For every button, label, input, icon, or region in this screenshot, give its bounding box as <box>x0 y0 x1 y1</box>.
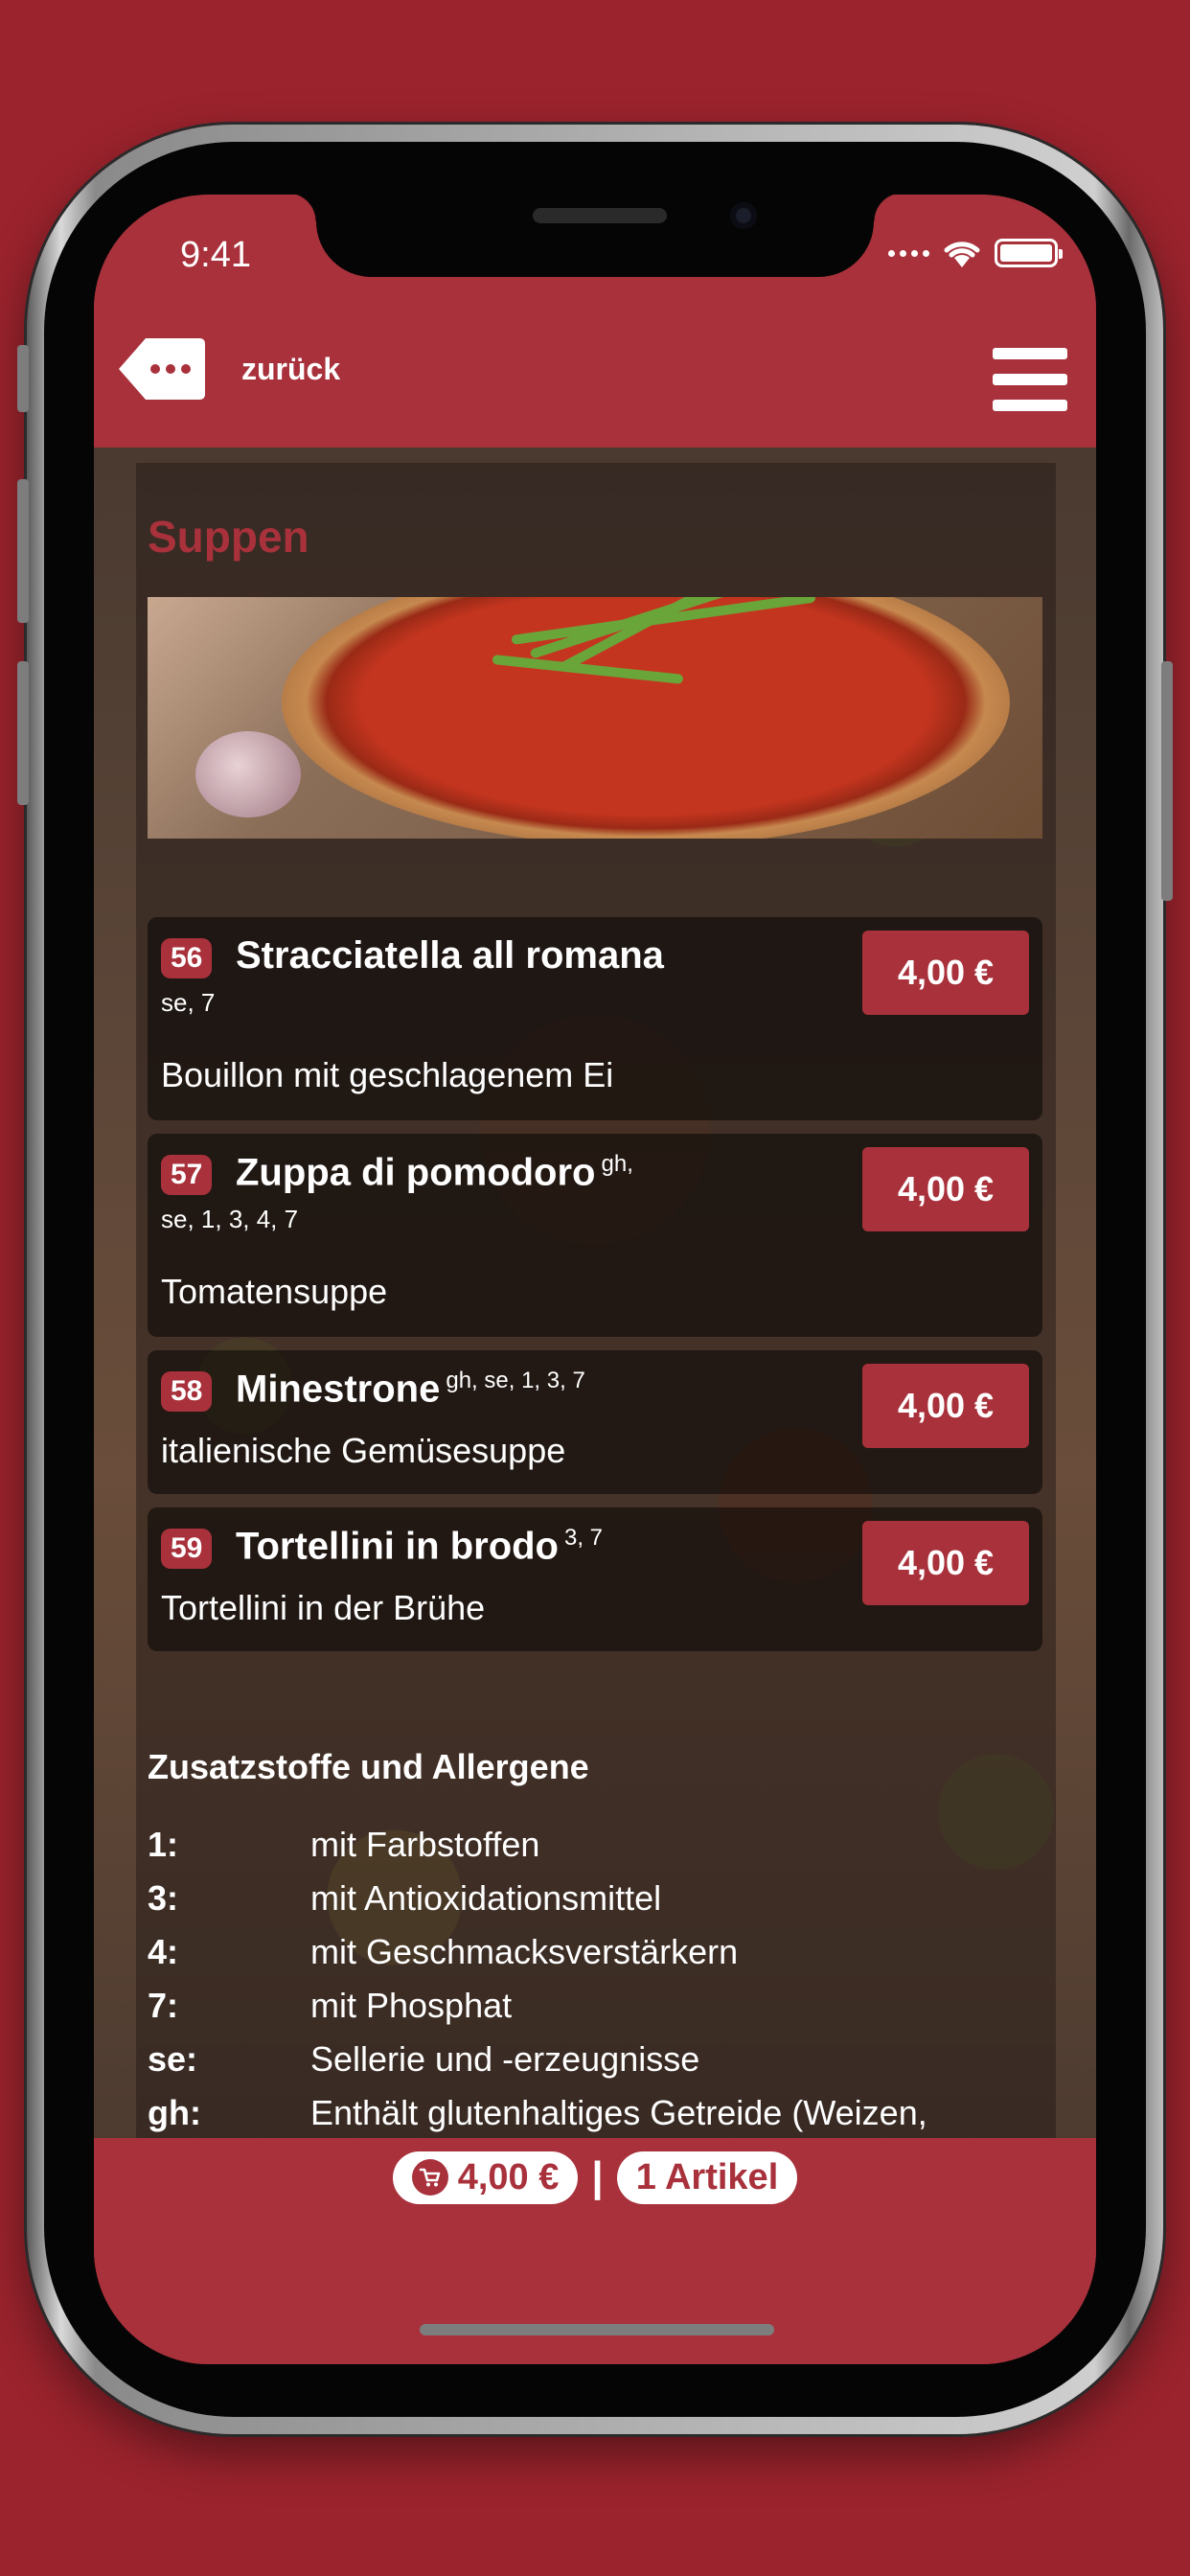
power-button <box>1161 661 1173 901</box>
legend-title: Zusatzstoffe und Allergene <box>148 1747 589 1786</box>
legend-row: 4: mit Geschmacksverstärkern <box>148 1932 739 1971</box>
status-icons <box>888 237 1063 269</box>
speaker-grille <box>533 208 667 223</box>
section-title: Suppen <box>148 512 309 562</box>
item-allergen-superscript: 3, 7 <box>564 1525 604 1551</box>
cart-total-button[interactable]: 4,00 € <box>392 2150 579 2204</box>
volume-down-button <box>17 661 29 805</box>
menu-item[interactable]: 58 Minestrone gh, se, 1, 3, 7 italienisch… <box>148 1350 1042 1494</box>
cellular-signal-icon <box>888 249 929 257</box>
cart-item-count-button[interactable]: 1 Artikel <box>616 2150 798 2204</box>
add-to-cart-price-button[interactable]: 4,00 € <box>862 1147 1029 1231</box>
mute-switch <box>17 345 29 412</box>
home-indicator[interactable] <box>420 2324 774 2335</box>
cart-item-count: 1 Artikel <box>635 2156 779 2197</box>
status-time: 9:41 <box>180 235 251 275</box>
soup-image <box>148 597 1042 839</box>
item-allergens: se, 1, 3, 4, 7 <box>161 1205 299 1233</box>
item-description: Bouillon mit geschlagenem Ei <box>161 1055 614 1094</box>
cart-icon <box>411 2159 448 2196</box>
item-name: Minestrone gh, se, 1, 3, 7 <box>236 1368 585 1411</box>
cart-summary-bar: 4,00 € | 1 Artikel <box>94 2138 1096 2217</box>
notch <box>287 195 903 277</box>
item-name: Tortellini in brodo 3, 7 <box>236 1525 604 1568</box>
allergen-legend: Zusatzstoffe und Allergene 1: mit Farbsto… <box>148 1747 1042 2140</box>
legend-row: 1: mit Farbstoffen <box>148 1825 540 1864</box>
legend-row: 3: mit Antioxidationsmittel <box>148 1878 662 1918</box>
item-allergen-superscript: gh, <box>601 1151 633 1177</box>
garlic-image <box>195 731 301 817</box>
app-header: zurück <box>94 279 1096 448</box>
item-allergen-superscript: gh, se, 1, 3, 7 <box>446 1368 585 1393</box>
battery-icon <box>995 239 1063 267</box>
volume-up-button <box>17 479 29 623</box>
back-button[interactable]: zurück <box>119 338 340 400</box>
app-screen: 9:41 zurück Suppen 56 Stracciatella all … <box>94 195 1096 2364</box>
item-allergens: se, 7 <box>161 988 216 1017</box>
legend-row: gh: Enthält glutenhaltiges Getreide (Weiz… <box>148 2093 927 2132</box>
item-number-badge: 57 <box>161 1155 213 1195</box>
legend-row: 7: mit Phosphat <box>148 1986 513 2025</box>
wifi-icon <box>944 242 980 267</box>
legend-row: se: Sellerie und -erzeugnisse <box>148 2039 700 2079</box>
add-to-cart-price-button[interactable]: 4,00 € <box>862 1521 1029 1605</box>
item-number-badge: 56 <box>161 938 213 978</box>
soup-bowl-image <box>282 597 1010 839</box>
item-description: Tomatensuppe <box>161 1272 388 1311</box>
item-name: Zuppa di pomodoro gh, <box>236 1151 633 1194</box>
hamburger-icon <box>993 348 1067 359</box>
cart-total: 4,00 € <box>457 2156 560 2197</box>
menu-item[interactable]: 56 Stracciatella all romana se, 7 Bouill… <box>148 917 1042 1120</box>
item-description: italienische Gemüsesuppe <box>161 1431 566 1470</box>
item-number-badge: 59 <box>161 1529 213 1569</box>
menu-item[interactable]: 59 Tortellini in brodo 3, 7 Tortellini in… <box>148 1507 1042 1651</box>
add-to-cart-price-button[interactable]: 4,00 € <box>862 931 1029 1015</box>
back-label: zurück <box>241 351 341 386</box>
more-dots-tag-icon <box>119 338 205 400</box>
item-description: Tortellini in der Brühe <box>161 1588 486 1627</box>
item-name: Stracciatella all romana <box>236 934 664 977</box>
footer-separator: | <box>591 2153 604 2200</box>
item-number-badge: 58 <box>161 1371 213 1412</box>
menu-item[interactable]: 57 Zuppa di pomodoro gh, se, 1, 3, 4, 7 T… <box>148 1134 1042 1337</box>
hamburger-menu-button[interactable] <box>993 348 1067 411</box>
front-camera-icon <box>730 202 757 229</box>
add-to-cart-price-button[interactable]: 4,00 € <box>862 1364 1029 1448</box>
